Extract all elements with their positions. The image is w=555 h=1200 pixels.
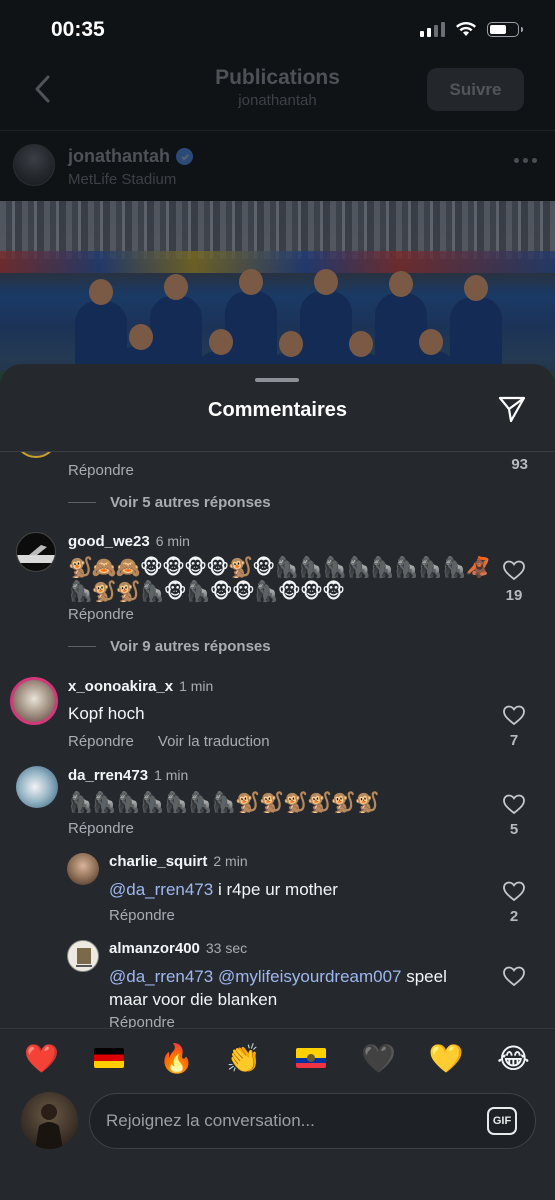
more-options-icon[interactable] <box>514 158 537 163</box>
send-icon <box>498 396 526 423</box>
sheet-grabber[interactable] <box>255 378 299 382</box>
comment-username[interactable]: da_rren473 <box>68 767 148 784</box>
avatar[interactable] <box>10 677 58 725</box>
ecuador-flag-icon <box>296 1047 327 1068</box>
black-heart-emoji-button[interactable]: 🖤 <box>357 1042 401 1075</box>
like-count: 5 <box>509 821 519 838</box>
top-navigation-bar: Publications jonathantah Suivre <box>0 56 555 130</box>
post-author-avatar[interactable] <box>13 144 55 186</box>
current-user-avatar[interactable] <box>21 1092 78 1149</box>
comment-header: da_rren473 1 min <box>68 767 188 785</box>
reply-time: 2 min <box>213 853 248 869</box>
wifi-icon <box>456 22 476 36</box>
translate-link[interactable]: Voir la traduction <box>158 733 270 750</box>
reply-link[interactable]: Répondre <box>68 733 134 750</box>
comment-time: 6 min <box>155 533 190 549</box>
like-column: 7 <box>499 704 529 749</box>
comment-username[interactable]: x_oonoakira_x <box>68 678 173 695</box>
heart-icon[interactable] <box>502 880 526 902</box>
follow-button[interactable]: Suivre <box>427 68 524 111</box>
like-count: 2 <box>509 908 519 925</box>
gif-button[interactable]: GIF <box>487 1107 517 1135</box>
like-column: 19 <box>499 559 529 604</box>
heart-icon[interactable] <box>502 965 526 987</box>
reply-text: @da_rren473 i r4pe ur mother <box>109 880 338 899</box>
fire-emoji-button[interactable]: 🔥 <box>154 1042 198 1075</box>
avatar[interactable] <box>67 853 99 885</box>
heart-emoji-button[interactable]: ❤️ <box>20 1042 64 1075</box>
reply-link[interactable]: Répondre <box>68 462 134 479</box>
like-column <box>499 965 529 987</box>
status-bar: 00:35 <box>0 0 555 56</box>
post-background: Publications jonathantah Suivre jonathan… <box>0 56 555 411</box>
view-replies-label: Voir 9 autres réponses <box>110 638 271 655</box>
emoji-reaction-bar: ❤️ 🔥 👏 🖤 💛 😂 <box>0 1028 555 1088</box>
laughing-emoji-button[interactable]: 😂 <box>491 1042 535 1075</box>
reply-username[interactable]: almanzor400 <box>109 940 200 957</box>
verified-badge-icon <box>176 148 193 165</box>
ecuador-flag-button[interactable] <box>289 1043 333 1075</box>
clap-emoji-button[interactable]: 👏 <box>222 1042 266 1075</box>
battery-icon <box>487 21 523 37</box>
avatar[interactable] <box>14 452 58 458</box>
signal-icon <box>420 21 445 37</box>
reply-header: charlie_squirt 2 min <box>109 853 248 871</box>
post-author-username: jonathantah <box>68 146 170 166</box>
yellow-heart-emoji-button[interactable]: 💛 <box>424 1042 468 1075</box>
germany-flag-button[interactable] <box>87 1043 131 1075</box>
view-replies-button[interactable]: Voir 9 autres réponses <box>68 638 271 655</box>
reply-link[interactable]: Répondre <box>68 606 134 623</box>
view-replies-label: Voir 5 autres réponses <box>110 494 271 511</box>
comment-username[interactable]: good_we23 <box>68 533 150 550</box>
heart-icon[interactable] <box>502 704 526 726</box>
comments-sheet: Commentaires Répondre 93 Voir 5 autres r… <box>0 364 555 1200</box>
heart-icon[interactable] <box>502 559 526 581</box>
heart-icon[interactable] <box>502 793 526 815</box>
comment-header: x_oonoakira_x 1 min <box>68 678 213 696</box>
comment-input[interactable] <box>106 1094 476 1147</box>
divider <box>0 130 555 131</box>
like-column: 5 <box>499 793 529 838</box>
like-column: 2 <box>499 880 529 925</box>
share-button[interactable] <box>497 394 527 424</box>
germany-flag-icon <box>94 1047 125 1068</box>
status-time: 00:35 <box>51 18 105 41</box>
post-header: jonathantah MetLife Stadium <box>0 132 555 200</box>
status-icons <box>420 21 523 37</box>
reply-link[interactable]: Répondre <box>68 820 134 837</box>
comments-list: Répondre 93 Voir 5 autres réponses good_… <box>0 452 555 1028</box>
reply-text: @da_rren473 @mylifeisyourdream007 speel … <box>109 967 447 1009</box>
mention-link[interactable]: @da_rren473 <box>109 967 213 986</box>
like-count: 7 <box>509 732 519 749</box>
post-location[interactable]: MetLife Stadium <box>68 171 176 188</box>
comment-actions: Répondre Voir la traduction <box>68 733 270 750</box>
comment-text: 🐒🙈🙈🐵🐵🐵🐵🐒🐵🦍🦍🦍🦍🦍🦍🦍🦍🦧🦍🐒🐒🦍🐵🦍🐵🐵🦍🐵🐵🐵 <box>68 557 490 603</box>
reply-link[interactable]: Répondre <box>109 1014 175 1028</box>
comment-input-wrapper: GIF <box>89 1093 536 1149</box>
avatar[interactable] <box>16 766 58 808</box>
mention-link[interactable]: @mylifeisyourdream007 <box>218 967 402 986</box>
comment-input-bar: GIF <box>0 1088 555 1200</box>
like-count: 19 <box>505 587 523 604</box>
avatar[interactable] <box>67 940 99 972</box>
sheet-title: Commentaires <box>208 399 347 421</box>
reply-username[interactable]: charlie_squirt <box>109 853 207 870</box>
post-author-row[interactable]: jonathantah <box>68 146 193 167</box>
reply-time: 33 sec <box>205 940 248 956</box>
like-count: 93 <box>511 456 528 473</box>
comment-header: good_we23 6 min <box>68 533 190 551</box>
mention-link[interactable]: @da_rren473 <box>109 880 213 899</box>
comment-text: 🦍🦍🦍🦍🦍🦍🦍🐒🐒🐒🐒🐒🐒 <box>68 792 380 814</box>
comment-text: Kopf hoch <box>68 704 145 723</box>
comment-time: 1 min <box>154 767 189 783</box>
reply-link[interactable]: Répondre <box>109 907 175 924</box>
view-replies-button[interactable]: Voir 5 autres réponses <box>68 494 271 511</box>
avatar[interactable] <box>16 532 56 572</box>
comment-time: 1 min <box>179 678 214 694</box>
reply-header: almanzor400 33 sec <box>109 940 247 958</box>
